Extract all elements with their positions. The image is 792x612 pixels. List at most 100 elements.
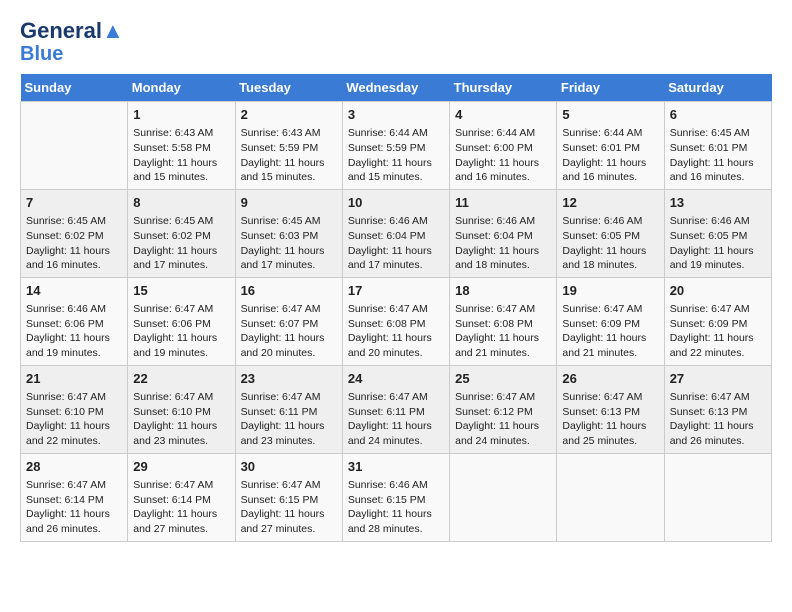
- day-info: Sunset: 6:10 PM: [26, 405, 122, 420]
- page-header: General▲ Blue: [20, 20, 772, 64]
- day-info: Sunrise: 6:47 AM: [348, 390, 444, 405]
- day-number: 3: [348, 106, 444, 124]
- day-number: 27: [670, 370, 766, 388]
- logo-text: General▲ Blue: [20, 20, 124, 64]
- day-info: Sunrise: 6:46 AM: [455, 214, 551, 229]
- day-info: Daylight: 11 hours and 19 minutes.: [26, 331, 122, 360]
- day-info: Sunset: 6:06 PM: [26, 317, 122, 332]
- day-info: Daylight: 11 hours and 28 minutes.: [348, 507, 444, 536]
- day-info: Daylight: 11 hours and 16 minutes.: [670, 156, 766, 185]
- day-info: Daylight: 11 hours and 24 minutes.: [455, 419, 551, 448]
- day-info: Sunset: 6:09 PM: [562, 317, 658, 332]
- day-info: Daylight: 11 hours and 17 minutes.: [241, 244, 337, 273]
- day-info: Sunrise: 6:47 AM: [455, 390, 551, 405]
- day-info: Sunset: 6:11 PM: [241, 405, 337, 420]
- col-header-wednesday: Wednesday: [342, 74, 449, 102]
- day-info: Sunset: 6:07 PM: [241, 317, 337, 332]
- calendar-cell: 21Sunrise: 6:47 AMSunset: 6:10 PMDayligh…: [21, 365, 128, 453]
- day-number: 15: [133, 282, 229, 300]
- day-info: Sunset: 6:15 PM: [348, 493, 444, 508]
- day-info: Sunrise: 6:46 AM: [348, 214, 444, 229]
- calendar-cell: 4Sunrise: 6:44 AMSunset: 6:00 PMDaylight…: [450, 102, 557, 190]
- day-number: 24: [348, 370, 444, 388]
- calendar-cell: 3Sunrise: 6:44 AMSunset: 5:59 PMDaylight…: [342, 102, 449, 190]
- day-info: Sunrise: 6:45 AM: [133, 214, 229, 229]
- day-number: 29: [133, 458, 229, 476]
- calendar-cell: 20Sunrise: 6:47 AMSunset: 6:09 PMDayligh…: [664, 277, 771, 365]
- day-number: 31: [348, 458, 444, 476]
- day-info: Sunset: 6:04 PM: [455, 229, 551, 244]
- day-info: Sunrise: 6:46 AM: [348, 478, 444, 493]
- day-number: 22: [133, 370, 229, 388]
- day-info: Sunset: 6:02 PM: [133, 229, 229, 244]
- day-number: 1: [133, 106, 229, 124]
- day-info: Sunset: 5:58 PM: [133, 141, 229, 156]
- day-info: Sunset: 6:10 PM: [133, 405, 229, 420]
- day-number: 8: [133, 194, 229, 212]
- day-number: 10: [348, 194, 444, 212]
- day-number: 16: [241, 282, 337, 300]
- col-header-sunday: Sunday: [21, 74, 128, 102]
- day-number: 28: [26, 458, 122, 476]
- week-row-5: 28Sunrise: 6:47 AMSunset: 6:14 PMDayligh…: [21, 453, 772, 541]
- day-number: 23: [241, 370, 337, 388]
- day-info: Daylight: 11 hours and 19 minutes.: [670, 244, 766, 273]
- calendar-cell: 18Sunrise: 6:47 AMSunset: 6:08 PMDayligh…: [450, 277, 557, 365]
- week-row-1: 1Sunrise: 6:43 AMSunset: 5:58 PMDaylight…: [21, 102, 772, 190]
- calendar-cell: 16Sunrise: 6:47 AMSunset: 6:07 PMDayligh…: [235, 277, 342, 365]
- col-header-tuesday: Tuesday: [235, 74, 342, 102]
- calendar-cell: 2Sunrise: 6:43 AMSunset: 5:59 PMDaylight…: [235, 102, 342, 190]
- calendar-cell: 17Sunrise: 6:47 AMSunset: 6:08 PMDayligh…: [342, 277, 449, 365]
- day-number: 12: [562, 194, 658, 212]
- day-info: Daylight: 11 hours and 26 minutes.: [670, 419, 766, 448]
- calendar-cell: 22 Sunrise: 6:47 AMSunset: 6:10 PMDayligh…: [128, 365, 235, 453]
- day-info: Sunrise: 6:47 AM: [670, 390, 766, 405]
- day-info: Sunrise: 6:47 AM: [26, 478, 122, 493]
- day-info: Sunrise: 6:47 AM: [241, 478, 337, 493]
- calendar-cell: 26Sunrise: 6:47 AMSunset: 6:13 PMDayligh…: [557, 365, 664, 453]
- day-info: Sunset: 5:59 PM: [241, 141, 337, 156]
- day-info: Sunrise: 6:45 AM: [670, 126, 766, 141]
- calendar-cell: 7Sunrise: 6:45 AMSunset: 6:02 PMDaylight…: [21, 189, 128, 277]
- day-info: Daylight: 11 hours and 16 minutes.: [455, 156, 551, 185]
- calendar-cell: [664, 453, 771, 541]
- day-info: Sunrise: 6:46 AM: [670, 214, 766, 229]
- day-info: Sunset: 6:00 PM: [455, 141, 551, 156]
- day-info: Sunset: 6:05 PM: [562, 229, 658, 244]
- calendar-cell: 19Sunrise: 6:47 AMSunset: 6:09 PMDayligh…: [557, 277, 664, 365]
- calendar-cell: 10Sunrise: 6:46 AMSunset: 6:04 PMDayligh…: [342, 189, 449, 277]
- day-number: 19: [562, 282, 658, 300]
- week-row-2: 7Sunrise: 6:45 AMSunset: 6:02 PMDaylight…: [21, 189, 772, 277]
- day-info: Sunrise: 6:47 AM: [241, 302, 337, 317]
- calendar-cell: 9Sunrise: 6:45 AMSunset: 6:03 PMDaylight…: [235, 189, 342, 277]
- day-info: Sunset: 6:05 PM: [670, 229, 766, 244]
- day-info: Daylight: 11 hours and 21 minutes.: [562, 331, 658, 360]
- day-info: Sunrise: 6:47 AM: [133, 478, 229, 493]
- day-info: Sunrise: 6:44 AM: [348, 126, 444, 141]
- day-info: Daylight: 11 hours and 27 minutes.: [241, 507, 337, 536]
- calendar-cell: 24Sunrise: 6:47 AMSunset: 6:11 PMDayligh…: [342, 365, 449, 453]
- calendar-cell: 28Sunrise: 6:47 AMSunset: 6:14 PMDayligh…: [21, 453, 128, 541]
- day-info: Sunset: 6:15 PM: [241, 493, 337, 508]
- day-number: 2: [241, 106, 337, 124]
- day-info: Daylight: 11 hours and 23 minutes.: [133, 419, 229, 448]
- day-info: Sunrise: 6:47 AM: [133, 390, 229, 405]
- day-info: Sunset: 6:12 PM: [455, 405, 551, 420]
- day-number: 9: [241, 194, 337, 212]
- calendar-cell: 8 Sunrise: 6:45 AMSunset: 6:02 PMDaylight…: [128, 189, 235, 277]
- calendar-table: SundayMondayTuesdayWednesdayThursdayFrid…: [20, 74, 772, 542]
- day-info: Sunset: 6:14 PM: [26, 493, 122, 508]
- day-info: Daylight: 11 hours and 17 minutes.: [133, 244, 229, 273]
- logo: General▲ Blue: [20, 20, 124, 64]
- day-number: 18: [455, 282, 551, 300]
- day-info: Daylight: 11 hours and 15 minutes.: [348, 156, 444, 185]
- col-header-friday: Friday: [557, 74, 664, 102]
- day-info: Sunset: 6:08 PM: [455, 317, 551, 332]
- day-number: 17: [348, 282, 444, 300]
- day-info: Daylight: 11 hours and 19 minutes.: [133, 331, 229, 360]
- week-row-3: 14Sunrise: 6:46 AMSunset: 6:06 PMDayligh…: [21, 277, 772, 365]
- day-info: Daylight: 11 hours and 16 minutes.: [26, 244, 122, 273]
- day-number: 13: [670, 194, 766, 212]
- calendar-cell: 25Sunrise: 6:47 AMSunset: 6:12 PMDayligh…: [450, 365, 557, 453]
- day-info: Sunset: 6:01 PM: [670, 141, 766, 156]
